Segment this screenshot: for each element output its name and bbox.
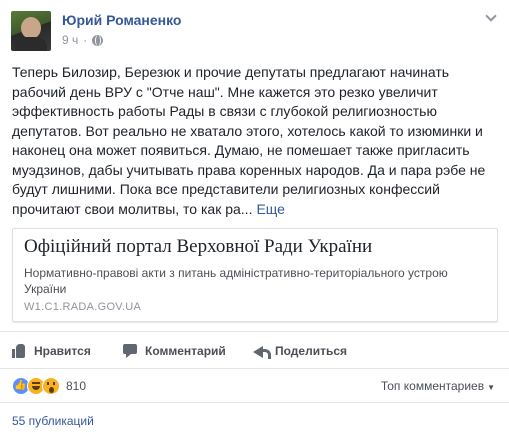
thumb-up-icon — [12, 343, 28, 359]
post-meta: 9 ч · — [62, 33, 104, 47]
wow-reaction-icon — [42, 377, 60, 395]
shares-count-link[interactable]: 55 публикаций — [12, 414, 94, 428]
avatar[interactable] — [11, 11, 51, 51]
share-icon — [253, 343, 271, 359]
comment-button[interactable]: Комментарий — [123, 343, 253, 359]
chevron-down-icon[interactable] — [485, 12, 497, 24]
link-title[interactable]: Офіційний портал Верховної Ради України — [24, 236, 486, 258]
reactions-summary[interactable]: 810 — [12, 377, 86, 395]
reaction-count[interactable]: 810 — [66, 379, 86, 393]
share-label: Поделиться — [275, 344, 348, 358]
globe-icon[interactable] — [92, 34, 104, 46]
divider — [0, 402, 509, 403]
like-button[interactable]: Нравится — [12, 343, 123, 359]
action-bar: Нравится Комментарий Поделиться — [12, 340, 496, 362]
divider — [0, 331, 509, 332]
author-name[interactable]: Юрий Романенко — [62, 12, 181, 28]
post-time[interactable]: 9 ч — [62, 33, 78, 47]
link-domain: W1.C1.RADA.GOV.UA — [24, 301, 142, 313]
share-button[interactable]: Поделиться — [253, 343, 347, 359]
link-description: Нормативно-правові акти з питань адмініс… — [24, 266, 448, 296]
avatar-face — [21, 17, 41, 39]
post-text: Теперь Билозир, Березюк и прочие депутат… — [12, 63, 490, 219]
comment-label: Комментарий — [145, 344, 226, 358]
divider — [0, 368, 509, 369]
see-more-link[interactable]: Еще — [256, 201, 285, 217]
avatar-body — [15, 37, 47, 51]
comment-sort-dropdown[interactable]: Топ комментариев ▼ — [381, 379, 495, 393]
meta-separator: · — [83, 33, 88, 47]
caret-down-icon: ▼ — [487, 383, 495, 392]
comment-icon — [123, 343, 139, 359]
sort-label: Топ комментариев — [380, 379, 485, 393]
facebook-post: Юрий Романенко 9 ч · Теперь Билозир, Бер… — [0, 0, 509, 439]
like-label: Нравится — [34, 344, 91, 358]
link-preview-card[interactable]: Офіційний портал Верховної Ради України … — [12, 228, 498, 322]
post-body: Теперь Билозир, Березюк и прочие депутат… — [12, 64, 486, 217]
